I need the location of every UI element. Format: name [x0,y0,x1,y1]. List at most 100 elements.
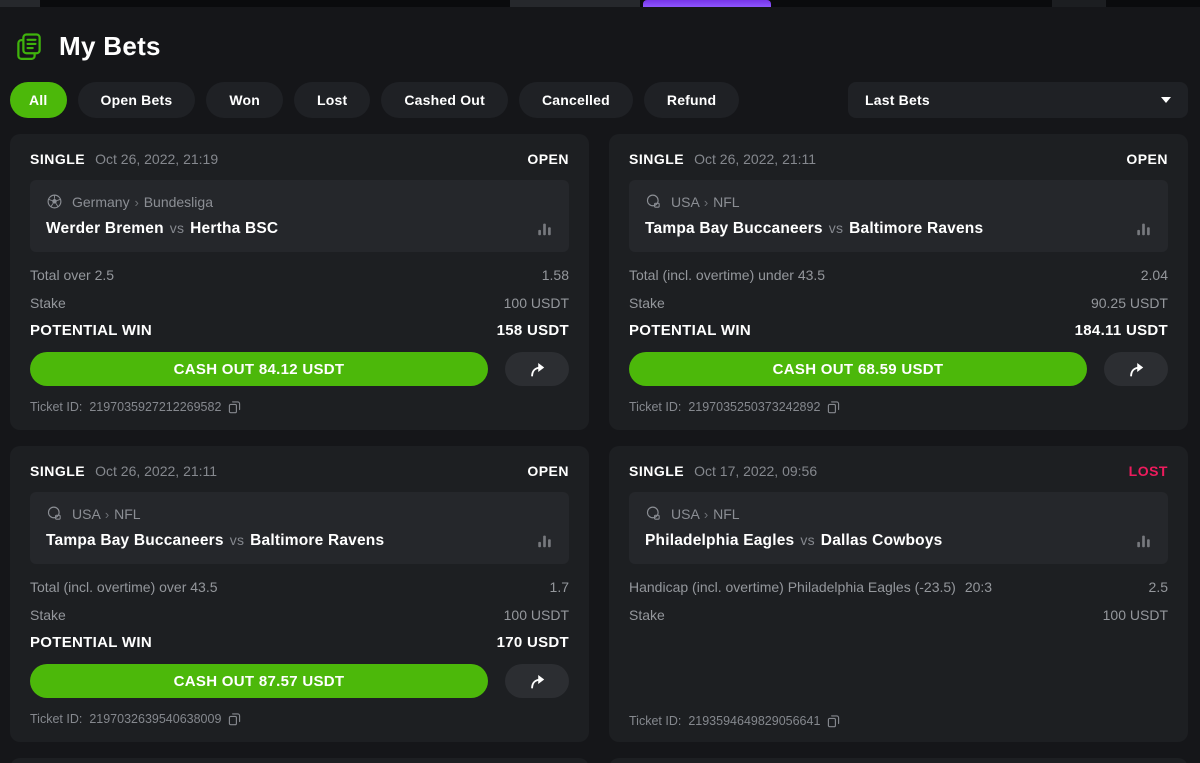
copy-icon[interactable] [228,712,241,726]
nav-fragment [1052,0,1106,7]
potential-win-row: POTENTIAL WIN 158 USDT [30,322,569,339]
stake-row: Stake 90.25 USDT [629,295,1168,311]
copy-icon[interactable] [228,400,241,414]
bet-card-header: SINGLE Oct 17, 2022, 09:56 LOST [629,463,1168,479]
event-panel[interactable]: Germany › Bundesliga Werder Bremen vs Hert… [30,180,569,252]
vs-label: vs [800,532,814,548]
bet-card: SINGLE Oct 17, 2022, 09:56 LOST USA › [609,446,1188,742]
ticket-id-value: 2197035927212269582 [89,400,221,414]
league-breadcrumb: USA › NFL [645,193,1152,210]
stake-row: Stake 100 USDT [30,295,569,311]
league-breadcrumb: Germany › Bundesliga [46,193,553,210]
match-title: Tampa Bay BuccaneersvsBaltimore Ravens [46,532,384,550]
home-team: Tampa Bay Buccaneers [645,220,823,237]
bet-status-badge: OPEN [527,463,569,479]
bet-date: Oct 26, 2022, 21:11 [694,151,816,167]
my-bets-page: My Bets All Open Bets Won Lost Cashed Ou… [0,7,1200,763]
sort-dropdown[interactable]: Last Bets [848,82,1188,118]
stake-value: 100 USDT [504,607,569,623]
vs-label: vs [829,220,843,236]
breadcrumb-separator-icon: › [105,507,109,522]
stake-value: 100 USDT [504,295,569,311]
stake-label: Stake [30,607,66,623]
filter-row: All Open Bets Won Lost Cashed Out Cancel… [10,82,1188,118]
odds-value: 1.58 [542,267,569,283]
nav-fragment [0,0,40,7]
filter-tab-cashed-out[interactable]: Cashed Out [381,82,508,118]
event-panel[interactable]: USA › NFL Tampa Bay BuccaneersvsBaltimor… [30,492,569,564]
bet-card-header: SINGLE Oct 26, 2022, 21:11 OPEN [30,463,569,479]
ticket-row: Ticket ID: 2197035250373242892 [629,400,1168,414]
card-actions: CASH OUT 84.12 USDT [30,352,569,386]
market-label: Total over 2.5 [30,267,114,283]
potential-win-label: POTENTIAL WIN [30,322,152,339]
filter-tab-cancelled[interactable]: Cancelled [519,82,633,118]
market-row: Total (incl. overtime) under 43.5 2.04 [629,267,1168,283]
event-country: Germany [72,194,130,210]
share-arrow-icon [1126,360,1146,378]
event-panel[interactable]: USA › NFL Philadelphia EaglesvsDallas Co… [629,492,1168,564]
stake-label: Stake [629,295,665,311]
nav-active-tab-indicator[interactable] [643,0,771,7]
vs-label: vs [170,220,184,236]
event-panel[interactable]: USA › NFL Tampa Bay Buccaneers vs Baltimor… [629,180,1168,252]
potential-win-label: POTENTIAL WIN [30,634,152,651]
ticket-id-label: Ticket ID: [629,400,681,414]
ticket-id-value: 2197035250373242892 [688,400,820,414]
away-team: Hertha BSC [190,220,278,237]
share-arrow-icon [527,360,547,378]
event-country: USA [72,506,100,522]
bet-type-label: SINGLE [30,463,85,479]
filter-tab-open-bets[interactable]: Open Bets [78,82,196,118]
copy-icon[interactable] [827,400,840,414]
home-team: Werder Bremen [46,220,164,237]
share-button[interactable] [505,352,569,386]
stats-icon[interactable] [536,221,553,237]
share-button[interactable] [505,664,569,698]
stake-row: Stake 100 USDT [629,607,1168,623]
stats-icon[interactable] [1135,221,1152,237]
event-country: USA [671,194,699,210]
stats-icon[interactable] [1135,533,1152,549]
copy-icon[interactable] [827,714,840,728]
event-league: Bundesliga [144,194,213,210]
market-row: Handicap (incl. overtime) Philadelphia E… [629,579,1168,595]
ticket-id-value: 2197032639540638009 [89,712,221,726]
bet-card-header: SINGLE Oct 26, 2022, 21:11 OPEN [629,151,1168,167]
share-button[interactable] [1104,352,1168,386]
away-team: Baltimore Ravens [250,532,384,549]
nav-tab-fragment[interactable] [510,0,640,7]
american-football-icon [46,505,63,522]
cashout-button[interactable]: CASH OUT 84.12 USDT [30,352,488,386]
breadcrumb-separator-icon: › [704,507,708,522]
bet-card-partial [609,758,1188,763]
filter-tab-refund[interactable]: Refund [644,82,739,118]
bet-card-partial [10,758,589,763]
cashout-button[interactable]: CASH OUT 68.59 USDT [629,352,1087,386]
stats-icon[interactable] [536,533,553,549]
event-country: USA [671,506,699,522]
ticket-id-value: 2193594649829056641 [688,714,820,728]
page-title: My Bets [59,31,161,62]
market-label: Total (incl. overtime) over 43.5 [30,579,218,595]
bet-date: Oct 17, 2022, 09:56 [694,463,817,479]
ticket-id-label: Ticket ID: [629,714,681,728]
filter-tab-won[interactable]: Won [206,82,283,118]
cashout-button[interactable]: CASH OUT 87.57 USDT [30,664,488,698]
filter-tab-all[interactable]: All [10,82,67,118]
away-team: Baltimore Ravens [849,220,983,237]
stake-value: 90.25 USDT [1091,295,1168,311]
filter-tab-lost[interactable]: Lost [294,82,370,118]
away-team: Dallas Cowboys [821,532,943,549]
top-navbar-sliver [0,0,1200,7]
odds-value: 2.5 [1149,579,1168,595]
market-label: Handicap (incl. overtime) Philadelphia E… [629,579,992,595]
event-league: NFL [114,506,140,522]
match-title: Werder Bremen vs Hertha BSC [46,220,278,238]
bet-card-header: SINGLE Oct 26, 2022, 21:19 OPEN [30,151,569,167]
card-actions: CASH OUT 68.59 USDT [629,352,1168,386]
bet-status-badge: OPEN [527,151,569,167]
match-score: 20:3 [965,579,992,595]
league-breadcrumb: USA › NFL [645,505,1152,522]
status-filter-pills: All Open Bets Won Lost Cashed Out Cancel… [10,82,739,118]
